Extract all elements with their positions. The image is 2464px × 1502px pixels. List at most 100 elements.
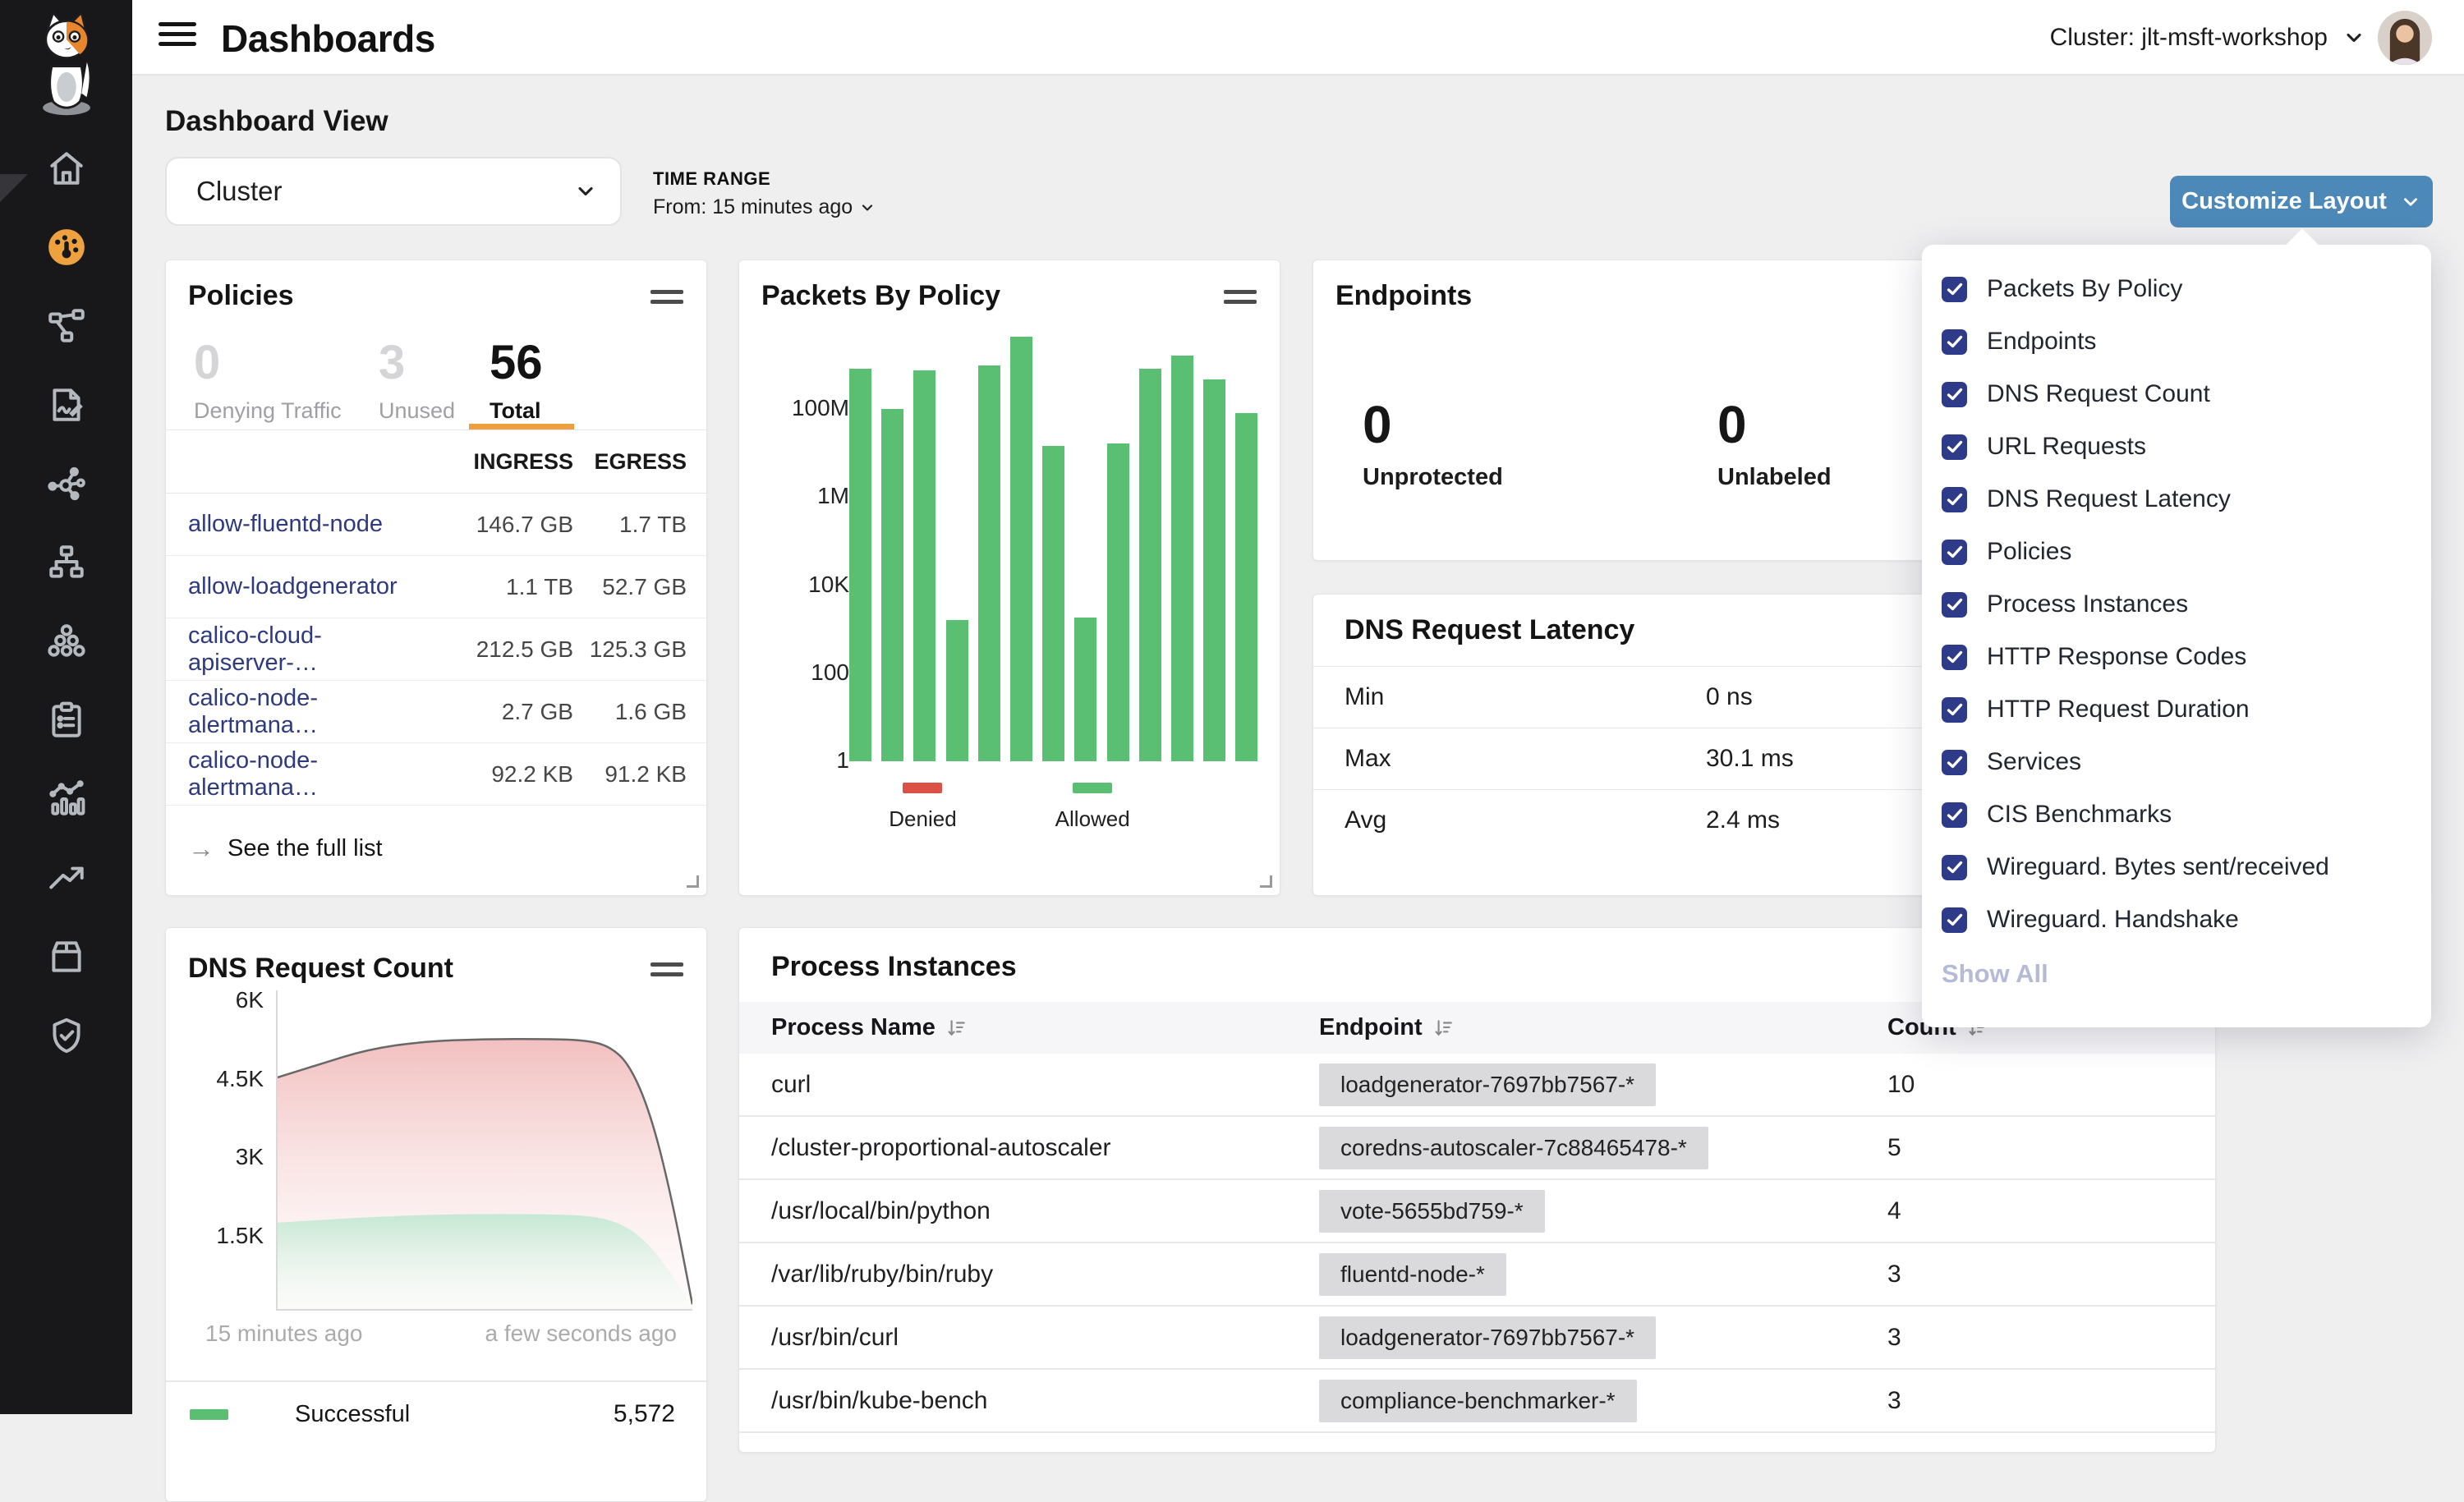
checkbox-checked-icon[interactable] xyxy=(1942,434,1967,460)
y-tick-label: 1 xyxy=(770,747,849,774)
menu-item[interactable]: Packets By Policy xyxy=(1942,263,2431,315)
checkbox-checked-icon[interactable] xyxy=(1942,802,1967,828)
customize-layout-button[interactable]: Customize Layout xyxy=(2170,176,2433,227)
panel-title: Endpoints xyxy=(1335,280,1472,312)
policies-stat-total[interactable]: 56 Total xyxy=(490,339,543,424)
active-tab-underline xyxy=(469,424,574,429)
sidebar-item-packages[interactable] xyxy=(45,936,88,977)
dns-legend: Successful 5,572 xyxy=(166,1380,706,1428)
policy-row: calico-node-alertmana…2.7 GB1.6 GB xyxy=(166,681,706,743)
sidebar-item-service-graph[interactable] xyxy=(45,305,88,347)
menu-item[interactable]: Wireguard. Bytes sent/received xyxy=(1942,841,2431,893)
policies-stat-denying[interactable]: 0 Denying Traffic xyxy=(194,339,342,424)
sidebar-item-dashboards[interactable] xyxy=(45,227,88,268)
ingress-value: 2.7 GB xyxy=(425,699,573,725)
checkbox-checked-icon[interactable] xyxy=(1942,697,1967,723)
page-title: Dashboards xyxy=(221,16,435,61)
count-value: 10 xyxy=(1887,1071,2215,1099)
menu-item-label: Process Instances xyxy=(1987,590,2188,618)
policy-row: allow-loadgenerator1.1 TB52.7 GB xyxy=(166,556,706,618)
sidebar xyxy=(0,0,132,1414)
menu-item[interactable]: Process Instances xyxy=(1942,578,2431,631)
menu-item-label: DNS Request Count xyxy=(1987,380,2210,408)
show-all-link[interactable]: Show All xyxy=(1942,959,2431,989)
checkbox-checked-icon[interactable] xyxy=(1942,277,1967,302)
sidebar-item-connections[interactable] xyxy=(45,463,88,504)
see-full-list-link[interactable]: → See the full list xyxy=(166,806,706,891)
drag-handle-icon[interactable] xyxy=(650,962,683,982)
panel-title: Process Instances xyxy=(771,951,1017,983)
sidebar-item-trends[interactable] xyxy=(45,857,88,898)
checkbox-checked-icon[interactable] xyxy=(1942,382,1967,407)
endpoint-chip: compliance-benchmarker-* xyxy=(1319,1380,1637,1422)
calico-cat-logo[interactable] xyxy=(21,10,112,121)
col-process-name[interactable]: Process Name xyxy=(771,1014,1319,1041)
menu-item-label: Wireguard. Bytes sent/received xyxy=(1987,853,2329,881)
menu-item[interactable]: Services xyxy=(1942,736,2431,788)
menu-item[interactable]: DNS Request Latency xyxy=(1942,473,2431,526)
process-rows: curlloadgenerator-7697bb7567-*10/cluster… xyxy=(739,1054,2215,1433)
menu-item[interactable]: URL Requests xyxy=(1942,420,2431,473)
dashboard-view-select[interactable]: Cluster xyxy=(165,157,622,226)
trend-up-icon xyxy=(46,857,87,898)
process-row: /usr/bin/kube-benchcompliance-benchmarke… xyxy=(739,1370,2215,1433)
legend-swatch xyxy=(190,1409,228,1420)
egress-value: 125.3 GB xyxy=(573,636,687,663)
policy-link[interactable]: calico-node-alertmana… xyxy=(188,747,425,802)
policies-rows: allow-fluentd-node146.7 GB1.7 TBallow-lo… xyxy=(166,494,706,806)
col-endpoint[interactable]: Endpoint xyxy=(1319,1014,1887,1041)
sidebar-item-home[interactable] xyxy=(45,148,88,189)
endpoints-stat-unprotected: 0 Unprotected xyxy=(1363,398,1503,491)
policies-stat-unused[interactable]: 3 Unused xyxy=(379,339,455,424)
sidebar-item-clusters[interactable] xyxy=(45,621,88,662)
egress-value: 91.2 KB xyxy=(573,761,687,788)
endpoint-chip: coredns-autoscaler-7c88465478-* xyxy=(1319,1127,1708,1169)
checkbox-checked-icon[interactable] xyxy=(1942,907,1967,933)
bar-allowed xyxy=(1171,356,1193,761)
policy-link[interactable]: calico-node-alertmana… xyxy=(188,685,425,739)
checkbox-checked-icon[interactable] xyxy=(1942,750,1967,775)
panel-title: Packets By Policy xyxy=(761,280,1000,312)
checkbox-checked-icon[interactable] xyxy=(1942,487,1967,512)
menu-item[interactable]: Wireguard. Handshake xyxy=(1942,893,2431,946)
legend-entry: Allowed xyxy=(1055,783,1130,832)
menu-item[interactable]: DNS Request Count xyxy=(1942,368,2431,420)
bar-allowed xyxy=(1074,618,1096,761)
time-range-value[interactable]: From: 15 minutes ago xyxy=(653,195,876,219)
menu-item[interactable]: CIS Benchmarks xyxy=(1942,788,2431,841)
sidebar-item-security[interactable] xyxy=(45,1015,88,1056)
sidebar-item-policies[interactable] xyxy=(45,384,88,425)
customize-layout-menu: Packets By Policy Endpoints DNS Request Co… xyxy=(1922,245,2431,1027)
menu-item[interactable]: Endpoints xyxy=(1942,315,2431,368)
resize-handle[interactable] xyxy=(687,875,699,888)
policy-row: allow-fluentd-node146.7 GB1.7 TB xyxy=(166,494,706,556)
checkbox-checked-icon[interactable] xyxy=(1942,329,1967,355)
menu-item[interactable]: HTTP Response Codes xyxy=(1942,631,2431,683)
shield-check-icon xyxy=(46,1015,87,1056)
checkbox-checked-icon[interactable] xyxy=(1942,540,1967,565)
resize-handle[interactable] xyxy=(1260,875,1272,888)
menu-item[interactable]: HTTP Request Duration xyxy=(1942,683,2431,736)
y-tick-label: 10K xyxy=(770,572,849,598)
policy-link[interactable]: allow-loadgenerator xyxy=(188,573,425,600)
policy-link[interactable]: allow-fluentd-node xyxy=(188,511,425,538)
sidebar-item-network-tree[interactable] xyxy=(45,542,88,583)
policy-link[interactable]: calico-cloud-apiserver-… xyxy=(188,622,425,677)
section-label: Dashboard View xyxy=(165,105,388,138)
service-graph-icon xyxy=(46,305,87,347)
menu-item-label: Packets By Policy xyxy=(1987,275,2182,303)
checkbox-checked-icon[interactable] xyxy=(1942,592,1967,618)
panel-title: DNS Request Latency xyxy=(1345,614,1634,646)
menu-item[interactable]: Policies xyxy=(1942,526,2431,578)
drag-handle-icon[interactable] xyxy=(1224,290,1257,310)
checkbox-checked-icon[interactable] xyxy=(1942,645,1967,670)
checkbox-checked-icon[interactable] xyxy=(1942,855,1967,880)
policies-table: INGRESS EGRESS allow-fluentd-node146.7 G… xyxy=(166,429,706,891)
process-row: /var/lib/ruby/bin/rubyfluentd-node-*3 xyxy=(739,1243,2215,1307)
sidebar-item-metrics[interactable] xyxy=(45,779,88,820)
cluster-selector[interactable]: Cluster: jlt-msft-workshop xyxy=(2050,0,2365,76)
hamburger-menu-icon[interactable] xyxy=(159,22,196,52)
drag-handle-icon[interactable] xyxy=(650,290,683,310)
sidebar-item-compliance[interactable] xyxy=(45,700,88,741)
user-avatar[interactable] xyxy=(2378,11,2432,65)
